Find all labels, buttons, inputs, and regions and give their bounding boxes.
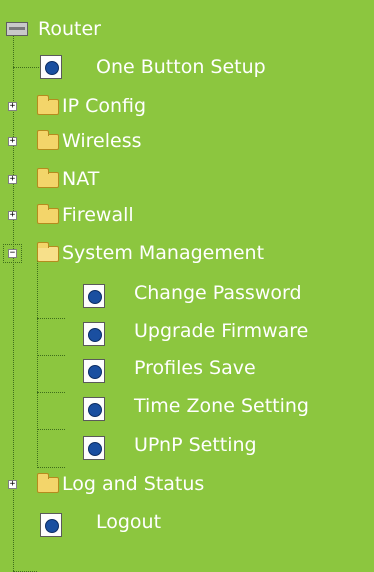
tree-line [37, 260, 38, 468]
tree-item-label[interactable]: UPnP Setting [134, 434, 257, 456]
tree-line [13, 67, 39, 68]
navigation-tree: Router One Button Setup + IP Config + Wi… [0, 0, 374, 572]
folder-icon [37, 130, 59, 150]
collapse-icon[interactable]: − [3, 244, 22, 263]
page-icon [83, 436, 105, 460]
tree-item-label[interactable]: Profiles Save [134, 357, 256, 379]
tree-item-label[interactable]: Wireless [62, 130, 142, 152]
folder-open-icon [37, 242, 59, 262]
tree-line [37, 355, 65, 356]
router-icon [6, 22, 28, 36]
tree-line [13, 35, 14, 571]
tree-line [37, 429, 65, 430]
tree-line [37, 392, 65, 393]
folder-icon [37, 168, 59, 188]
tree-item-label[interactable]: Firewall [62, 204, 134, 226]
tree-item-label[interactable]: IP Config [62, 95, 146, 117]
tree-item-label[interactable]: Log and Status [62, 473, 204, 495]
page-icon [83, 397, 105, 421]
expand-icon[interactable]: + [8, 211, 17, 220]
folder-icon [37, 95, 59, 115]
tree-line [37, 318, 65, 319]
expand-icon[interactable]: + [8, 175, 17, 184]
folder-icon [37, 204, 59, 224]
expand-icon[interactable]: + [8, 137, 17, 146]
expand-icon[interactable]: + [8, 480, 17, 489]
tree-line [37, 467, 65, 468]
page-icon [83, 284, 105, 308]
tree-item-label[interactable]: One Button Setup [96, 56, 266, 78]
page-icon [40, 513, 62, 537]
tree-item-label[interactable]: Time Zone Setting [134, 395, 309, 417]
tree-item-label[interactable]: Change Password [134, 282, 302, 304]
tree-item-label[interactable]: Upgrade Firmware [134, 320, 308, 342]
tree-item-label[interactable]: Logout [96, 511, 161, 533]
tree-item-label[interactable]: NAT [62, 168, 99, 190]
page-icon [83, 359, 105, 383]
tree-item-label[interactable]: Router [38, 18, 101, 40]
page-icon [83, 322, 105, 346]
page-icon [40, 55, 62, 79]
folder-icon [37, 473, 59, 493]
expand-icon[interactable]: + [8, 102, 17, 111]
tree-item-label[interactable]: System Management [62, 242, 264, 264]
